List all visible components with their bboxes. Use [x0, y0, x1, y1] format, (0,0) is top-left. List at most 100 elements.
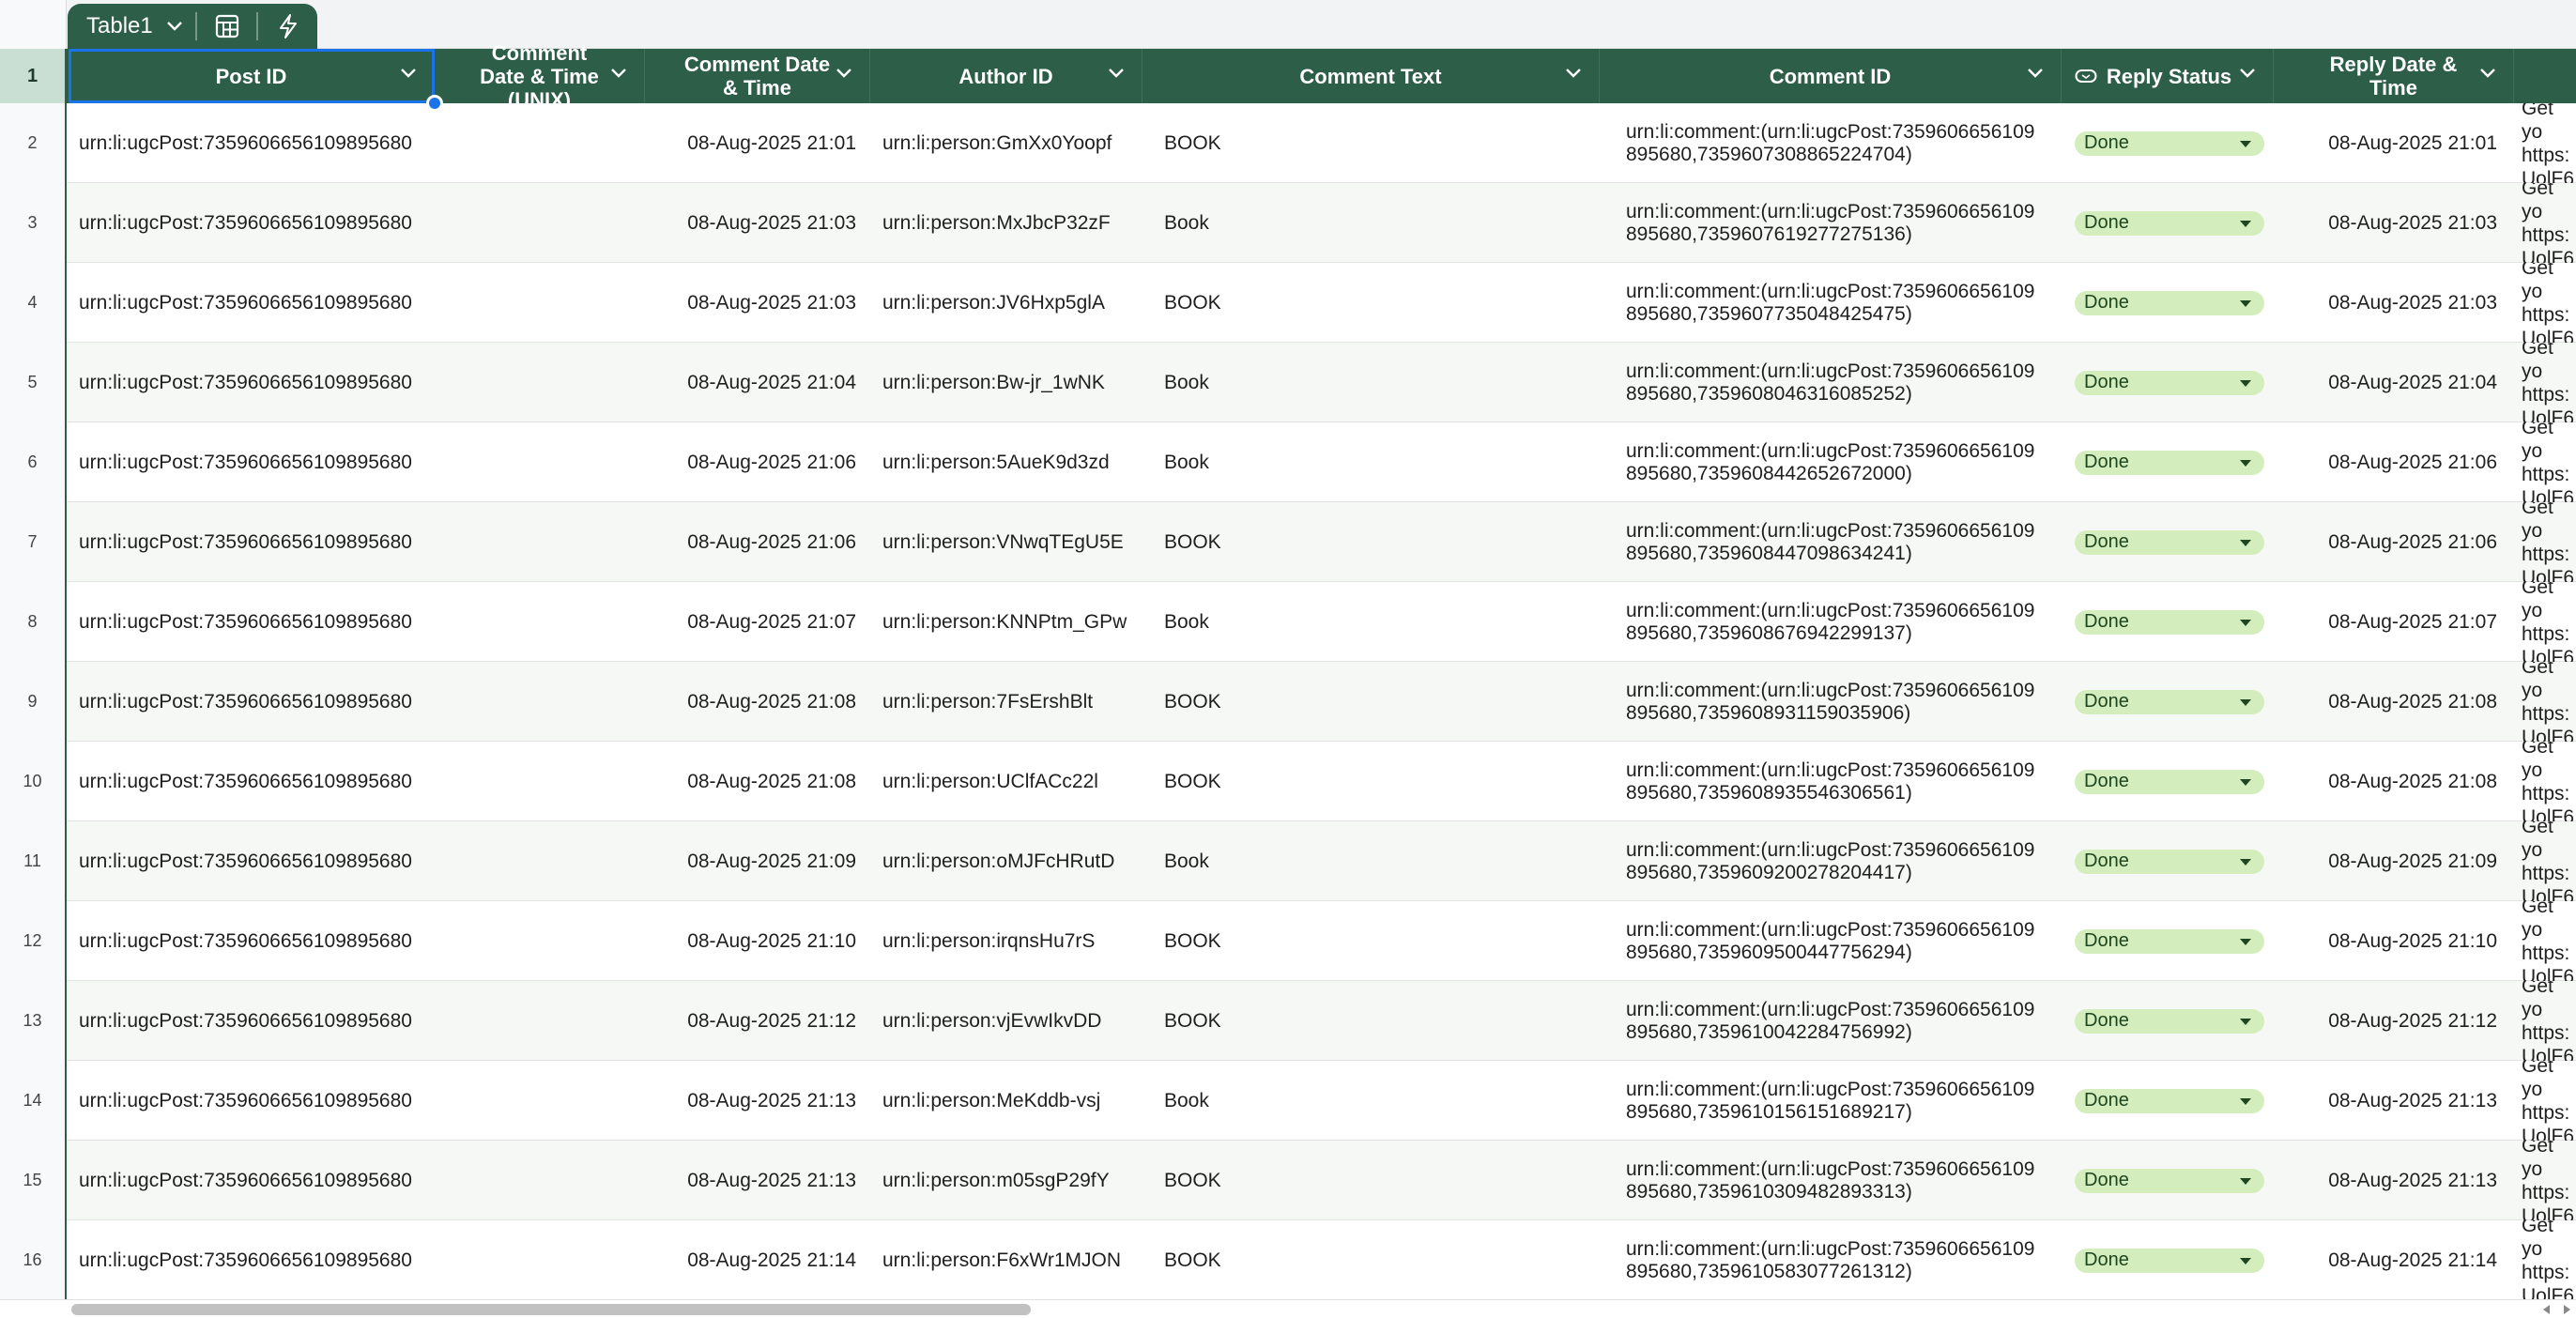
- row-number[interactable]: 11: [0, 821, 67, 901]
- cell-comment-date[interactable]: 08-Aug-2025 21:03: [648, 183, 856, 263]
- cell-reply-date[interactable]: 08-Aug-2025 21:03: [2272, 263, 2497, 343]
- chevron-down-icon[interactable]: [1565, 68, 1582, 79]
- cell-reply-date[interactable]: 08-Aug-2025 21:06: [2272, 502, 2497, 582]
- cell-comment-id[interactable]: urn:li:comment:(urn:li:ugcPost:735960665…: [1626, 981, 2067, 1061]
- cell-author-id[interactable]: urn:li:person:MxJbcP32zF: [882, 183, 1145, 263]
- cell-comment-unix[interactable]: [437, 662, 648, 742]
- cell-comment-id[interactable]: urn:li:comment:(urn:li:ugcPost:735960665…: [1626, 901, 2067, 981]
- chevron-down-icon[interactable]: [610, 68, 627, 79]
- table-row[interactable]: 5 urn:li:ugcPost:7359606656109895680 08-Au…: [0, 343, 2576, 422]
- row-number[interactable]: 3: [0, 183, 67, 263]
- cell-comment-text[interactable]: BOOK: [1164, 742, 1615, 821]
- cell-comment-date[interactable]: 08-Aug-2025 21:07: [648, 582, 856, 662]
- row-number[interactable]: 16: [0, 1220, 67, 1300]
- cell-post-id[interactable]: urn:li:ugcPost:7359606656109895680: [79, 1141, 436, 1220]
- cell-comment-text[interactable]: Book: [1164, 422, 1615, 502]
- cell-post-id[interactable]: urn:li:ugcPost:7359606656109895680: [79, 662, 436, 742]
- column-header-post-id[interactable]: Post ID: [69, 49, 435, 103]
- cell-comment-text[interactable]: Book: [1164, 582, 1615, 662]
- table-row[interactable]: 7 urn:li:ugcPost:7359606656109895680 08-Au…: [0, 502, 2576, 582]
- cell-reply-text[interactable]: Get yo https: UolF6: [2522, 263, 2576, 343]
- cell-post-id[interactable]: urn:li:ugcPost:7359606656109895680: [79, 343, 436, 422]
- cell-author-id[interactable]: urn:li:person:UClfACc22l: [882, 742, 1145, 821]
- cell-reply-status[interactable]: Done: [2073, 821, 2266, 901]
- cell-post-id[interactable]: urn:li:ugcPost:7359606656109895680: [79, 422, 436, 502]
- cell-comment-unix[interactable]: [437, 1061, 648, 1141]
- cell-reply-text[interactable]: Get yo https: UolF6: [2522, 742, 2576, 821]
- horizontal-scrollbar[interactable]: [0, 1299, 2576, 1318]
- chevron-down-icon[interactable]: [1108, 68, 1125, 79]
- cell-post-id[interactable]: urn:li:ugcPost:7359606656109895680: [79, 821, 436, 901]
- cell-post-id[interactable]: urn:li:ugcPost:7359606656109895680: [79, 502, 436, 582]
- cell-reply-status[interactable]: Done: [2073, 981, 2266, 1061]
- row-number[interactable]: 9: [0, 662, 67, 742]
- dropdown-arrow-icon[interactable]: [2240, 140, 2251, 147]
- cell-comment-text[interactable]: BOOK: [1164, 901, 1615, 981]
- cell-reply-text[interactable]: Get yo https: UolF6: [2522, 183, 2576, 263]
- chevron-down-icon[interactable]: [2239, 68, 2256, 79]
- cell-comment-unix[interactable]: [437, 502, 648, 582]
- column-header-comment-id[interactable]: Comment ID: [1600, 49, 2062, 103]
- column-header-reply-text[interactable]: [2514, 49, 2576, 103]
- cell-comment-id[interactable]: urn:li:comment:(urn:li:ugcPost:735960665…: [1626, 1141, 2067, 1220]
- table-row[interactable]: 9 urn:li:ugcPost:7359606656109895680 08-Au…: [0, 662, 2576, 742]
- table-row[interactable]: 12 urn:li:ugcPost:7359606656109895680 08-A…: [0, 901, 2576, 981]
- cell-reply-text[interactable]: Get yo https: UolF6: [2522, 1220, 2576, 1300]
- cell-post-id[interactable]: urn:li:ugcPost:7359606656109895680: [79, 742, 436, 821]
- cell-comment-date[interactable]: 08-Aug-2025 21:04: [648, 343, 856, 422]
- cell-reply-status[interactable]: Done: [2073, 183, 2266, 263]
- cell-post-id[interactable]: urn:li:ugcPost:7359606656109895680: [79, 981, 436, 1061]
- row-number[interactable]: 13: [0, 981, 67, 1061]
- cell-comment-unix[interactable]: [437, 901, 648, 981]
- cell-reply-status[interactable]: Done: [2073, 502, 2266, 582]
- cell-reply-status[interactable]: Done: [2073, 901, 2266, 981]
- cell-reply-status[interactable]: Done: [2073, 263, 2266, 343]
- cell-comment-date[interactable]: 08-Aug-2025 21:03: [648, 263, 856, 343]
- status-chip[interactable]: Done: [2075, 210, 2264, 236]
- cell-comment-date[interactable]: 08-Aug-2025 21:13: [648, 1141, 856, 1220]
- dropdown-arrow-icon[interactable]: [2240, 619, 2251, 626]
- cell-author-id[interactable]: urn:li:person:VNwqTEgU5E: [882, 502, 1145, 582]
- cell-reply-text[interactable]: Get yo https: UolF6: [2522, 502, 2576, 582]
- cell-comment-unix[interactable]: [437, 343, 648, 422]
- cell-comment-id[interactable]: urn:li:comment:(urn:li:ugcPost:735960665…: [1626, 502, 2067, 582]
- status-chip[interactable]: Done: [2075, 130, 2264, 156]
- selection-handle[interactable]: [426, 95, 443, 112]
- cell-author-id[interactable]: urn:li:person:Bw-jr_1wNK: [882, 343, 1145, 422]
- cell-reply-status[interactable]: Done: [2073, 582, 2266, 662]
- table-row[interactable]: 6 urn:li:ugcPost:7359606656109895680 08-Au…: [0, 422, 2576, 502]
- cell-comment-text[interactable]: BOOK: [1164, 1141, 1615, 1220]
- cell-reply-text[interactable]: Get yo https: UolF6: [2522, 1141, 2576, 1220]
- cell-comment-text[interactable]: Book: [1164, 821, 1615, 901]
- cell-reply-status[interactable]: Done: [2073, 662, 2266, 742]
- status-chip[interactable]: Done: [2075, 529, 2264, 555]
- cell-comment-id[interactable]: urn:li:comment:(urn:li:ugcPost:735960665…: [1626, 1061, 2067, 1141]
- cell-comment-unix[interactable]: [437, 1220, 648, 1300]
- dropdown-arrow-icon[interactable]: [2240, 220, 2251, 227]
- cell-reply-text[interactable]: Get yo https: UolF6: [2522, 422, 2576, 502]
- cell-comment-id[interactable]: urn:li:comment:(urn:li:ugcPost:735960665…: [1626, 263, 2067, 343]
- cell-author-id[interactable]: urn:li:person:irqnsHu7rS: [882, 901, 1145, 981]
- cell-reply-date[interactable]: 08-Aug-2025 21:14: [2272, 1220, 2497, 1300]
- cell-comment-id[interactable]: urn:li:comment:(urn:li:ugcPost:735960665…: [1626, 343, 2067, 422]
- cell-comment-unix[interactable]: [437, 742, 648, 821]
- cell-comment-unix[interactable]: [437, 1141, 648, 1220]
- cell-comment-text[interactable]: Book: [1164, 1061, 1615, 1141]
- cell-comment-id[interactable]: urn:li:comment:(urn:li:ugcPost:735960665…: [1626, 742, 2067, 821]
- cell-author-id[interactable]: urn:li:person:MeKddb-vsj: [882, 1061, 1145, 1141]
- cell-comment-id[interactable]: urn:li:comment:(urn:li:ugcPost:735960665…: [1626, 183, 2067, 263]
- cell-reply-date[interactable]: 08-Aug-2025 21:09: [2272, 821, 2497, 901]
- cell-reply-text[interactable]: Get yo https: UolF6: [2522, 821, 2576, 901]
- scrollbar-thumb[interactable]: [71, 1304, 1031, 1315]
- cell-comment-date[interactable]: 08-Aug-2025 21:08: [648, 742, 856, 821]
- cell-comment-unix[interactable]: [437, 582, 648, 662]
- cell-post-id[interactable]: urn:li:ugcPost:7359606656109895680: [79, 1061, 436, 1141]
- status-chip[interactable]: Done: [2075, 1088, 2264, 1113]
- dropdown-arrow-icon[interactable]: [2240, 539, 2251, 546]
- cell-post-id[interactable]: urn:li:ugcPost:7359606656109895680: [79, 103, 436, 183]
- column-header-author-id[interactable]: Author ID: [870, 49, 1142, 103]
- status-chip[interactable]: Done: [2075, 689, 2264, 714]
- cell-comment-unix[interactable]: [437, 981, 648, 1061]
- cell-comment-unix[interactable]: [437, 263, 648, 343]
- column-header-reply-status[interactable]: Reply Status: [2062, 49, 2274, 103]
